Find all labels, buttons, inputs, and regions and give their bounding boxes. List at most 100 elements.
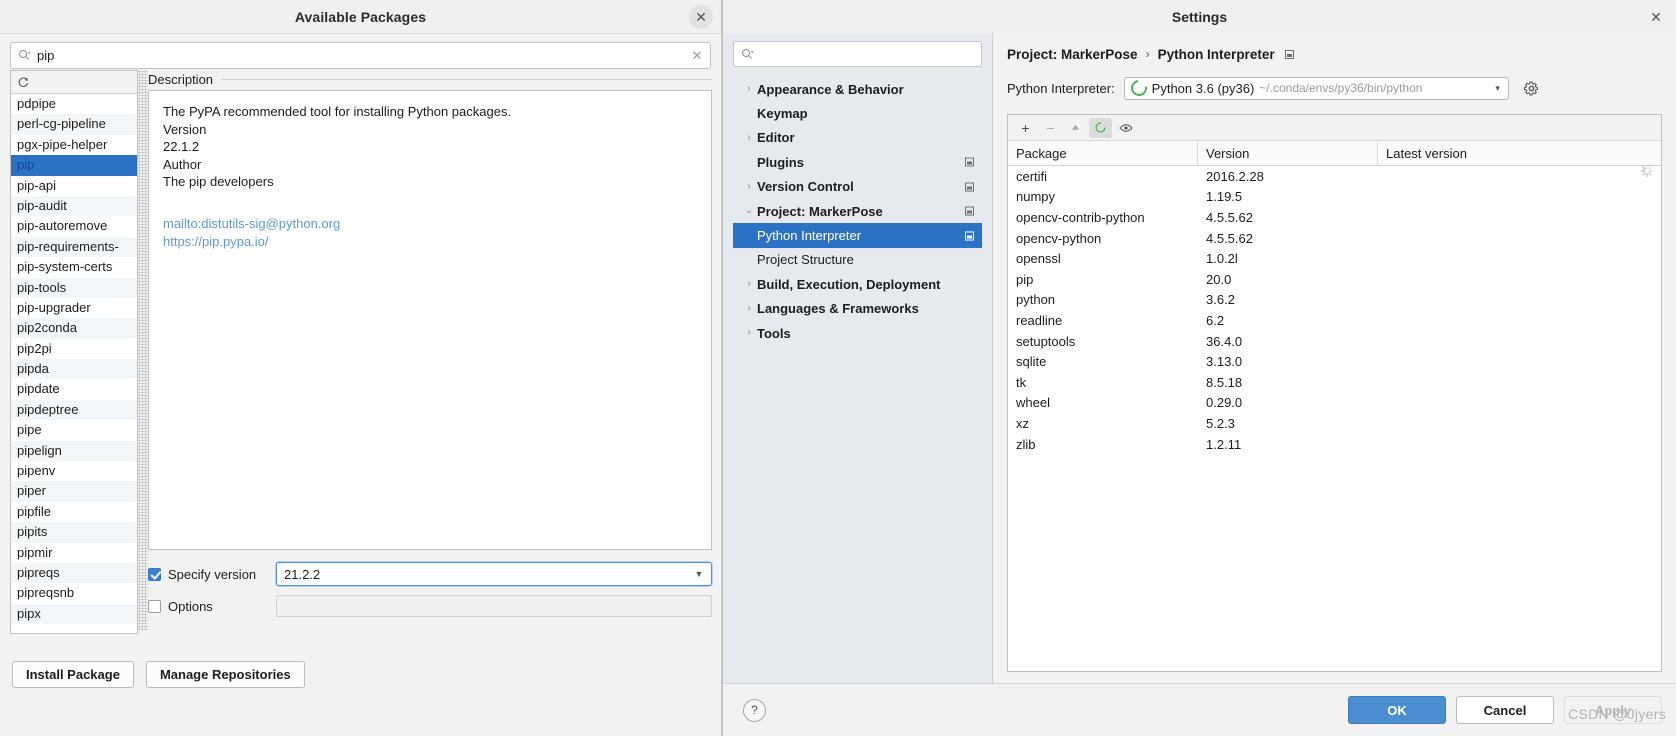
sidebar-item-project-structure[interactable]: Project Structure	[733, 248, 982, 272]
close-icon[interactable]: ✕	[689, 4, 713, 29]
manage-repositories-button[interactable]: Manage Repositories	[145, 661, 305, 688]
package-search-box[interactable]: ✕	[10, 42, 711, 69]
list-item-label: pip2conda	[17, 320, 77, 336]
chevron-right-icon[interactable]: ›	[741, 132, 757, 143]
list-item[interactable]: pipfile	[11, 502, 137, 522]
list-item[interactable]: pip2conda	[11, 318, 137, 339]
list-item[interactable]: pipelign	[11, 440, 137, 462]
ok-button[interactable]: OK	[1348, 696, 1446, 724]
upgrade-package-button[interactable]	[1064, 118, 1087, 138]
panel-splitter[interactable]	[138, 70, 148, 630]
remove-package-button[interactable]: −	[1039, 118, 1062, 138]
chevron-right-icon[interactable]: ›	[741, 181, 757, 192]
list-item[interactable]: pipdeptree	[11, 399, 137, 421]
gear-icon[interactable]	[1519, 76, 1545, 100]
list-item[interactable]: pipreqsnb	[11, 583, 137, 603]
table-row[interactable]: openssl 1.0.2l	[1008, 248, 1661, 269]
table-row[interactable]: readline 6.2	[1008, 310, 1661, 331]
conda-refresh-button[interactable]	[1089, 117, 1112, 138]
list-item[interactable]: pip	[11, 155, 137, 176]
available-packages-dialog: Available Packages ✕ ✕	[0, 0, 722, 736]
list-item[interactable]: pip2pi	[11, 339, 137, 359]
add-package-button[interactable]: +	[1014, 118, 1037, 138]
chevron-right-icon[interactable]: ›	[741, 279, 757, 289]
sidebar-item-editor[interactable]: › Editor	[733, 126, 982, 150]
list-item[interactable]: pipx	[11, 603, 137, 625]
list-item[interactable]: pipda	[11, 359, 137, 380]
description-link[interactable]: https://pip.pypa.io/	[163, 233, 697, 251]
sidebar-item-project-markerpose[interactable]: ⌄ Project: MarkerPose	[733, 199, 982, 223]
cancel-button[interactable]: Cancel	[1456, 696, 1554, 724]
description-link[interactable]: mailto:distutils-sig@python.org	[163, 215, 697, 233]
sidebar-item-version-control[interactable]: › Version Control	[733, 175, 982, 199]
table-row[interactable]: python 3.6.2	[1008, 290, 1661, 311]
close-icon[interactable]: ✕	[1644, 5, 1668, 29]
list-item[interactable]: pip-tools	[11, 277, 137, 298]
table-row[interactable]: numpy 1.19.5	[1008, 187, 1661, 208]
list-item[interactable]: pip-upgrader	[11, 298, 137, 318]
settings-search-box[interactable]	[733, 41, 982, 67]
list-item[interactable]: pipdate	[11, 379, 137, 399]
sidebar-item-python-interpreter[interactable]: Python Interpreter	[733, 223, 982, 248]
table-cell-version: 0.29.0	[1206, 395, 1243, 411]
list-item[interactable]: pip-system-certs	[11, 257, 137, 277]
list-item[interactable]: pipreqs	[11, 562, 137, 584]
chevron-down-icon[interactable]: ▼	[691, 569, 707, 579]
refresh-icon[interactable]	[17, 76, 30, 89]
eye-icon	[1119, 123, 1132, 132]
list-item[interactable]: piper	[11, 481, 137, 502]
list-item[interactable]: pgx-pipe-helper	[11, 135, 137, 155]
table-row[interactable]: certifi 2016.2.28	[1008, 166, 1661, 187]
table-row[interactable]: pip 20.0	[1008, 269, 1661, 290]
table-cell-version: 6.2	[1206, 312, 1225, 328]
list-item[interactable]: pip-autoremove	[11, 216, 137, 236]
install-package-button[interactable]: Install Package	[12, 661, 134, 688]
table-row[interactable]: sqlite 3.13.0	[1008, 351, 1661, 372]
table-row[interactable]: opencv-python 4.5.5.62	[1008, 228, 1661, 249]
specify-version-checkbox[interactable]	[148, 567, 161, 581]
sidebar-item-tools[interactable]: › Tools	[733, 321, 982, 345]
chevron-down-icon[interactable]: ▾	[1490, 83, 1506, 94]
sidebar-item-keymap[interactable]: Keymap	[733, 101, 982, 125]
settings-tree[interactable]: › Appearance & Behavior Keymap › Editor Plugi…	[733, 77, 982, 345]
list-item[interactable]: pip-api	[11, 176, 137, 196]
list-item-label: pip-tools	[17, 279, 67, 295]
list-item[interactable]: pipe	[11, 420, 137, 440]
interpreter-combobox[interactable]: Python 3.6 (py36) ~/.conda/envs/py36/bin…	[1123, 76, 1509, 100]
table-cell-package: python	[1016, 292, 1056, 308]
sidebar-item-plugins[interactable]: Plugins	[733, 150, 982, 174]
list-item[interactable]: pipits	[11, 522, 137, 543]
packages-table-body[interactable]: certifi 2016.2.28 numpy 1.19.5 opencv-contri…	[1008, 166, 1661, 671]
package-list[interactable]: pdpipe perl-cg-pipeline pgx-pipe-helper pip…	[11, 94, 137, 633]
list-item[interactable]: pip-audit	[11, 195, 137, 217]
table-row[interactable]: zlib 1.2.11	[1008, 434, 1661, 455]
clear-search-icon[interactable]: ✕	[688, 48, 706, 64]
chevron-right-icon[interactable]: ›	[741, 328, 757, 338]
list-item[interactable]: pdpipe	[11, 94, 137, 114]
version-combobox[interactable]: 21.2.2 ▼	[276, 562, 712, 586]
chevron-right-icon[interactable]: ›	[741, 303, 757, 314]
help-button[interactable]: ?	[743, 698, 766, 722]
chevron-right-icon[interactable]: ›	[741, 84, 757, 94]
settings-search-input[interactable]	[760, 42, 981, 66]
list-item[interactable]: pipmir	[11, 543, 137, 563]
sidebar-item-build-execution-deployment[interactable]: › Build, Execution, Deployment	[733, 272, 982, 296]
sidebar-item-languages-frameworks[interactable]: › Languages & Frameworks	[733, 297, 982, 321]
table-row[interactable]: opencv-contrib-python 4.5.5.62	[1008, 207, 1661, 228]
options-checkbox[interactable]	[148, 599, 161, 613]
table-row[interactable]: xz 5.2.3	[1008, 413, 1661, 434]
column-header-package[interactable]: Package	[1008, 141, 1198, 165]
column-header-version[interactable]: Version	[1198, 141, 1378, 165]
table-row[interactable]: wheel 0.29.0	[1008, 393, 1661, 414]
sidebar-item-appearance-behavior[interactable]: › Appearance & Behavior	[733, 77, 982, 101]
project-scope-icon	[965, 231, 974, 241]
list-item[interactable]: pipenv	[11, 461, 137, 481]
column-header-latest-version[interactable]: Latest version	[1378, 141, 1661, 165]
chevron-down-icon[interactable]: ⌄	[741, 206, 757, 216]
list-item[interactable]: perl-cg-pipeline	[11, 114, 137, 135]
search-input[interactable]	[37, 43, 688, 68]
list-item[interactable]: pip-requirements-	[11, 236, 137, 258]
table-row[interactable]: setuptools 36.4.0	[1008, 331, 1661, 352]
show-early-releases-button[interactable]	[1114, 118, 1137, 138]
table-row[interactable]: tk 8.5.18	[1008, 372, 1661, 393]
